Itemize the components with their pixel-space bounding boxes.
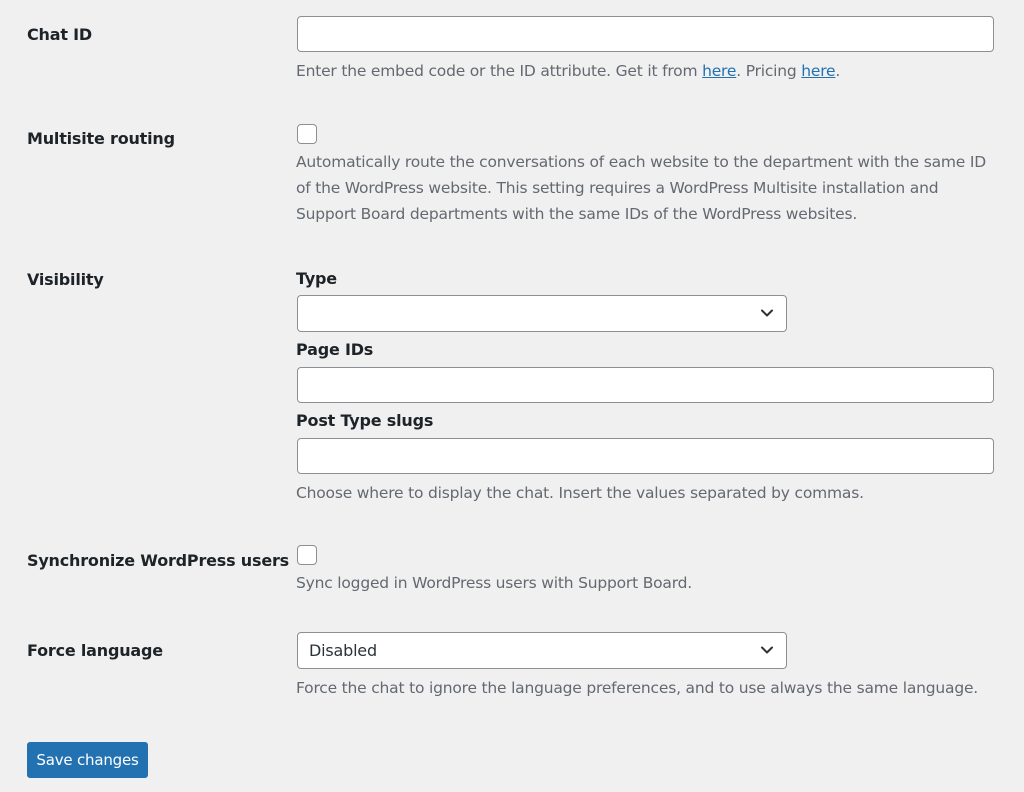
chat-id-description: Enter the embed code or the ID attribute… bbox=[296, 62, 841, 80]
post-type-slugs-input[interactable] bbox=[297, 438, 994, 474]
visibility-label: Visibility bbox=[27, 270, 104, 289]
force-language-label: Force language bbox=[27, 641, 163, 660]
visibility-type-label: Type bbox=[296, 269, 337, 288]
visibility-type-select[interactable] bbox=[297, 295, 787, 332]
multisite-routing-checkbox[interactable] bbox=[297, 124, 317, 144]
page-ids-label: Page IDs bbox=[296, 340, 374, 359]
pricing-here-link[interactable]: here bbox=[801, 62, 835, 80]
force-language-select[interactable]: Disabled bbox=[297, 632, 787, 669]
visibility-description: Choose where to display the chat. Insert… bbox=[296, 484, 864, 502]
page-ids-input[interactable] bbox=[297, 367, 994, 403]
multisite-routing-label: Multisite routing bbox=[27, 129, 175, 148]
chat-id-label: Chat ID bbox=[27, 25, 92, 44]
force-language-value: Disabled bbox=[309, 641, 377, 660]
sync-users-checkbox[interactable] bbox=[297, 545, 317, 565]
chat-id-input[interactable] bbox=[297, 16, 994, 52]
force-language-description: Force the chat to ignore the language pr… bbox=[296, 679, 979, 697]
save-changes-button[interactable]: Save changes bbox=[27, 742, 148, 778]
sync-users-label: Synchronize WordPress users bbox=[27, 551, 289, 570]
multisite-routing-description: Automatically route the conversations of… bbox=[296, 153, 986, 223]
sync-users-description: Sync logged in WordPress users with Supp… bbox=[296, 574, 692, 592]
chevron-down-icon bbox=[761, 646, 773, 654]
get-it-here-link[interactable]: here bbox=[702, 62, 736, 80]
post-type-slugs-label: Post Type slugs bbox=[296, 411, 434, 430]
chevron-down-icon bbox=[761, 309, 773, 317]
